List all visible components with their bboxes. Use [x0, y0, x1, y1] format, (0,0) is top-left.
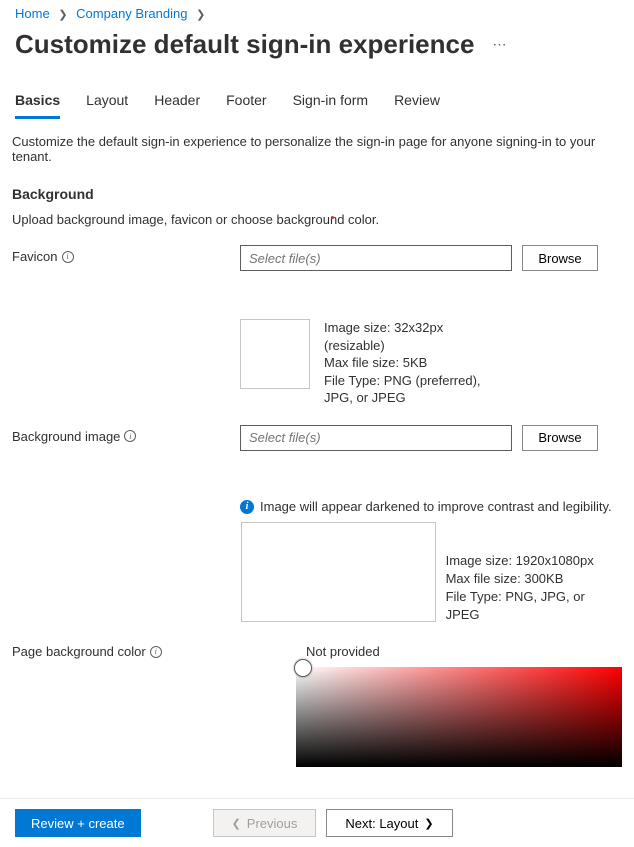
bgcolor-value: Not provided: [306, 644, 622, 659]
next-button[interactable]: Next: Layout ❯: [326, 809, 452, 837]
info-icon[interactable]: i: [124, 430, 136, 442]
color-picker[interactable]: [296, 667, 622, 767]
footer-bar: Review + create ❮ Previous Next: Layout …: [0, 798, 634, 847]
bgimage-preview: [241, 522, 436, 622]
tab-header[interactable]: Header: [154, 92, 200, 119]
background-heading: Background: [12, 186, 622, 202]
bgimage-row: Background image i Browse: [12, 425, 622, 451]
breadcrumb-company-branding[interactable]: Company Branding: [76, 6, 187, 21]
chevron-right-icon: ❯: [424, 817, 433, 830]
favicon-file-input[interactable]: [240, 245, 512, 271]
required-indicator-icon: [331, 216, 334, 219]
previous-label: Previous: [247, 816, 298, 831]
content: Customize the default sign-in experience…: [0, 124, 634, 767]
tab-footer[interactable]: Footer: [226, 92, 266, 119]
bgcolor-label-text: Page background color: [12, 644, 146, 659]
bgcolor-controls: Not provided: [296, 644, 622, 767]
favicon-label: Favicon i: [12, 245, 240, 264]
favicon-browse-button[interactable]: Browse: [522, 245, 598, 271]
tabs: Basics Layout Header Footer Sign-in form…: [0, 68, 634, 119]
review-create-button[interactable]: Review + create: [15, 809, 141, 837]
tab-basics[interactable]: Basics: [15, 92, 60, 119]
info-filled-icon: i: [240, 500, 254, 514]
bgimage-callout-text: Image will appear darkened to improve co…: [260, 499, 612, 514]
chevron-right-icon: ❯: [58, 8, 67, 21]
chevron-left-icon: ❮: [232, 817, 241, 830]
bgcolor-row: Page background color i Not provided: [12, 644, 622, 767]
favicon-label-text: Favicon: [12, 249, 58, 264]
previous-button: ❮ Previous: [213, 809, 317, 837]
bgimage-label: Background image i: [12, 425, 240, 444]
favicon-preview-row: Image size: 32x32px (resizable) Max file…: [240, 319, 622, 407]
bgimage-file-input[interactable]: [240, 425, 512, 451]
favicon-preview: [240, 319, 310, 389]
color-picker-cursor[interactable]: [294, 659, 312, 677]
page-title: Customize default sign-in experience: [15, 29, 474, 60]
bgimage-hint: Image size: 1920x1080px Max file size: 3…: [446, 552, 622, 625]
background-sub: Upload background image, favicon or choo…: [12, 212, 622, 227]
info-icon[interactable]: i: [150, 646, 162, 658]
breadcrumb: Home ❯ Company Branding ❯: [0, 0, 634, 23]
info-icon[interactable]: i: [62, 251, 74, 263]
tab-signin-form[interactable]: Sign-in form: [293, 92, 368, 119]
bgimage-label-text: Background image: [12, 429, 120, 444]
page-title-row: Customize default sign-in experience ⋯: [0, 23, 634, 68]
bgimage-browse-button[interactable]: Browse: [522, 425, 598, 451]
favicon-row: Favicon i Browse: [12, 245, 622, 271]
bgimage-preview-row: Image size: 1920x1080px Max file size: 3…: [241, 522, 622, 625]
bgimage-callout: i Image will appear darkened to improve …: [240, 499, 622, 514]
tab-review[interactable]: Review: [394, 92, 440, 119]
bgcolor-label: Page background color i: [12, 644, 296, 659]
favicon-hint: Image size: 32x32px (resizable) Max file…: [324, 319, 481, 407]
breadcrumb-home[interactable]: Home: [15, 6, 50, 21]
next-label: Next: Layout: [345, 816, 418, 831]
tab-layout[interactable]: Layout: [86, 92, 128, 119]
more-icon[interactable]: ⋯: [492, 36, 507, 53]
chevron-right-icon: ❯: [196, 8, 205, 21]
intro-text: Customize the default sign-in experience…: [12, 134, 622, 164]
